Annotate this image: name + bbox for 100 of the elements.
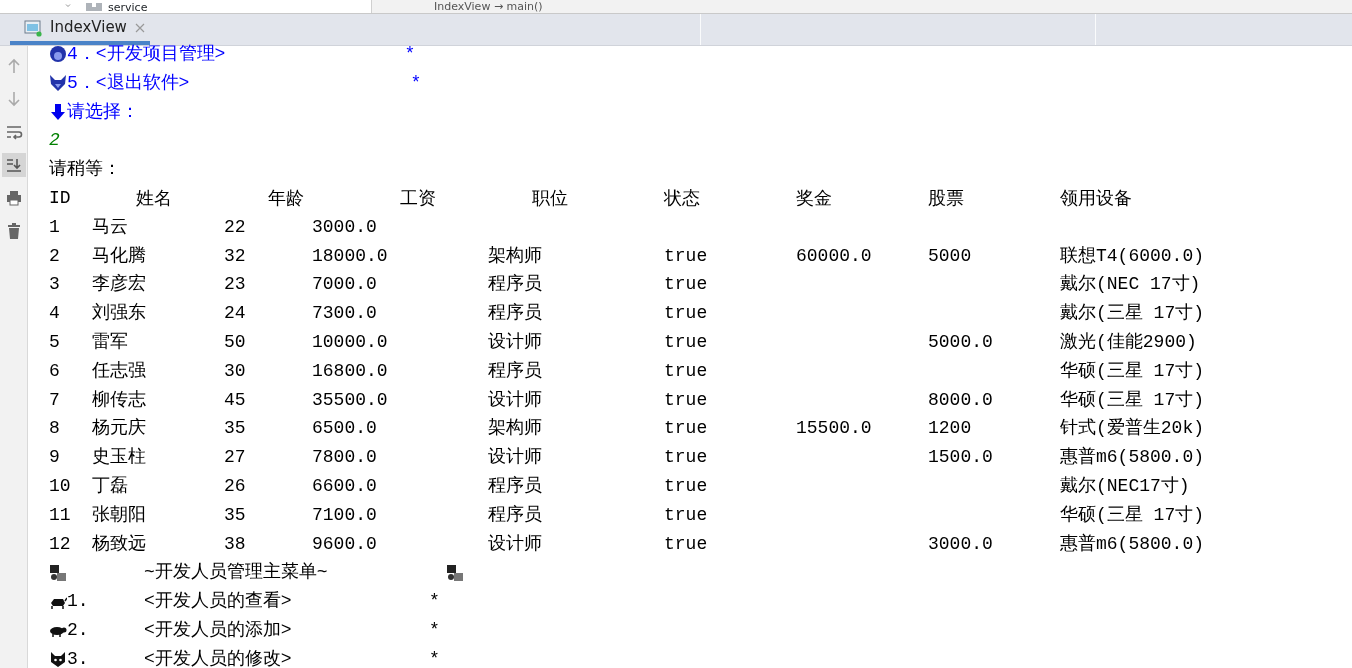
table-cell-text: true [664,330,709,354]
table-cell-text: 雷军 [92,330,129,354]
column-header: 年龄 [268,186,305,210]
table-cell-text: 马化腾 [92,244,147,268]
table-cell-text: 戴尔(NEC17寸) [1060,474,1190,498]
table-cell-text: 7800.0 [312,446,378,470]
run-tab[interactable]: IndexView [10,14,150,45]
typed-text: 2 [49,129,60,153]
table-cell-text: 程序员 [488,302,543,326]
table-cell-text: 10 [49,474,72,498]
table-cell-text: 35500.0 [312,388,389,412]
table-cell-text: 程序员 [488,359,543,383]
table-cell-text: 50 [224,330,247,354]
asterisk: * [404,43,416,66]
scroll-end-button[interactable] [2,153,26,177]
tree-item[interactable]: service [108,0,148,13]
print-icon [5,189,23,207]
table-cell-text: true [664,273,709,297]
menu-number: 1. [67,590,90,614]
table-cell-text: 26 [224,474,247,498]
table-cell-text: 3 [49,273,61,297]
table-cell-text: true [664,532,709,556]
table-cell-text: 程序员 [488,474,543,498]
down-arrow-icon [49,103,67,121]
menu-number: 2. [67,618,90,642]
table-cell-text: true [664,388,709,412]
table-cell-text: 23 [224,273,247,297]
table-cell-text: 刘强东 [92,302,147,326]
table-cell-text: 3000.0 [312,215,378,239]
table-cell-text: 1500.0 [928,446,994,470]
table-cell-text: 架构师 [488,417,543,441]
table-cell-text: 27 [224,446,247,470]
table-cell-text: 设计师 [488,446,543,470]
table-cell-text: 22 [224,215,247,239]
table-cell-text: 针式(爱普生20k) [1060,416,1204,441]
table-cell-text: 6500.0 [312,417,378,441]
table-cell-text: 设计师 [488,330,543,354]
table-cell-text: 惠普m6(5800.0) [1060,532,1205,556]
table-cell-text: 史玉柱 [92,446,147,470]
table-cell-text: 程序员 [488,503,543,527]
table-cell-text: 1200 [928,417,973,441]
table-cell-text: 12 [49,532,72,556]
table-cell-text: 24 [224,302,247,326]
table-cell-text: 9600.0 [312,532,378,556]
table-cell-text: 李彦宏 [92,273,147,297]
table-cell-text: 32 [224,244,247,268]
table-cell-text: 15500.0 [796,417,873,441]
table-cell-text: 6600.0 [312,474,378,498]
table-cell-text: 1 [49,215,61,239]
column-header: 工资 [400,186,437,210]
table-cell-text: 华硕(三星 17寸) [1060,359,1204,383]
table-cell-text: 7000.0 [312,273,378,297]
column-header: 姓名 [136,186,173,210]
table-cell-text: 9 [49,446,61,470]
table-cell-text: 杨元庆 [92,417,147,441]
table-cell-text: 华硕(三星 17寸) [1060,388,1204,412]
table-cell-text: 戴尔(三星 17寸) [1060,302,1204,326]
window-icon [24,18,42,37]
table-cell-text: 设计师 [488,532,543,556]
column-header: 状态 [664,186,701,210]
scroll-end-icon [5,156,23,174]
table-cell-text: 38 [224,532,247,556]
table-cell-text: 架构师 [488,244,543,268]
status-text: 请稍等： [49,158,121,182]
table-cell-text: 3000.0 [928,532,994,556]
table-cell-text: 6 [49,359,61,383]
table-cell-text: 10000.0 [312,330,389,354]
table-cell-text: 7 [49,388,61,412]
table-cell-text: 设计师 [488,388,543,412]
table-cell-text: 激光(佳能2900) [1060,330,1197,354]
table-cell-text: 杨致远 [92,532,147,556]
prompt-text: 请选择： [67,100,139,124]
table-cell-text: 2 [49,244,61,268]
column-header: 奖金 [796,186,833,210]
table-cell-text: 张朝阳 [92,503,147,527]
asterisk: * [429,590,440,614]
table-cell-text: 16800.0 [312,359,389,383]
asterisk: * [429,618,440,642]
column-header: ID [49,187,72,210]
table-cell-text: true [664,417,709,441]
table-cell-text: 8 [49,417,61,441]
menu-title: ~开发人员管理主菜单~ [144,561,329,585]
table-cell-text: true [664,446,709,470]
table-cell-text: 60000.0 [796,244,873,268]
table-cell-text: true [664,244,709,268]
table-cell-text: 马云 [92,215,129,239]
column-header: 职位 [532,186,569,210]
table-cell-text: 华硕(三星 17寸) [1060,503,1204,527]
table-cell-text: true [664,503,709,527]
breadcrumb[interactable]: IndexView → main() [434,0,543,13]
table-cell-text: 5 [49,330,61,354]
column-header: 领用设备 [1060,186,1132,210]
table-cell-text: 任志强 [92,359,147,383]
table-cell-text: 30 [224,359,247,383]
table-cell-text: 35 [224,417,247,441]
table-cell-text: 11 [49,503,72,527]
table-cell-text: true [664,359,709,383]
table-cell-text: 7100.0 [312,503,378,527]
table-cell-text: true [664,302,709,326]
close-icon [134,22,145,33]
